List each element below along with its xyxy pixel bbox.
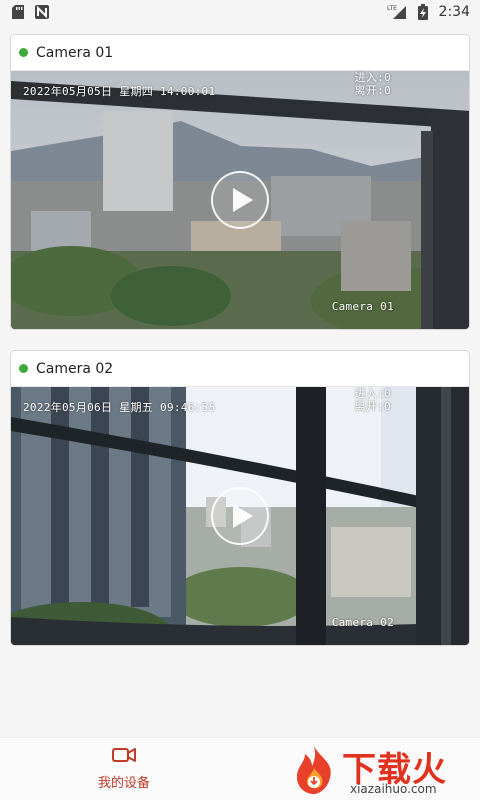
video-timestamp: 2022年05月06日 星期五 09:46:55	[23, 401, 216, 414]
watermark-url: xiazaihuo.com	[350, 782, 437, 796]
camera-card[interactable]: Camera 01 2022年05月05日 星期四 14:00:01 进入:0 …	[10, 34, 470, 330]
nav-item-my-devices[interactable]: 我的设备	[74, 746, 174, 791]
camera-card-header[interactable]: Camera 02	[11, 351, 469, 387]
video-counts: 进入:0 离开:0	[355, 387, 391, 413]
nfc-n-icon	[34, 4, 50, 20]
enter-count: 进入:0	[354, 387, 391, 400]
camera-video-preview[interactable]: 2022年05月06日 星期五 09:46:55 进入:0 离开:0 Camer…	[11, 387, 469, 645]
status-bar: LTE 2:34	[0, 0, 480, 24]
clock: 2:34	[438, 4, 470, 20]
video-camera-label: Camera 02	[331, 616, 394, 629]
play-button[interactable]	[211, 171, 269, 229]
camera-card-header[interactable]: Camera 01	[11, 35, 469, 71]
play-icon	[233, 504, 253, 528]
camera-list: Camera 01 2022年05月05日 星期四 14:00:01 进入:0 …	[10, 34, 470, 666]
video-counts: 进入:0 离开:0	[355, 71, 391, 97]
enter-count: 进入:0	[354, 71, 391, 84]
sd-card-icon	[10, 4, 26, 20]
flame-logo-icon	[296, 746, 331, 794]
video-camera-label: Camera 01	[331, 300, 394, 313]
status-right: LTE 2:34	[387, 4, 470, 20]
video-camera-icon	[112, 746, 136, 768]
online-status-dot	[19, 364, 28, 373]
battery-charging-icon	[415, 4, 431, 20]
camera-card[interactable]: Camera 02 2022年05月06日 星期五 09:46:55 进入:0 …	[10, 350, 470, 646]
play-icon	[233, 188, 253, 212]
camera-title: Camera 02	[36, 360, 114, 377]
watermark: 下载火 xiazaihuo.com	[284, 738, 480, 800]
lte-signal-icon: LTE	[387, 4, 407, 20]
camera-title: Camera 01	[36, 44, 114, 61]
bottom-navigation: 我的设备 下载火 xiazaihuo.com	[0, 737, 480, 800]
camera-video-preview[interactable]: 2022年05月05日 星期四 14:00:01 进入:0 离开:0 Camer…	[11, 71, 469, 329]
nav-item-label: 我的设备	[97, 776, 150, 791]
leave-count: 离开:0	[354, 84, 391, 97]
svg-text:LTE: LTE	[387, 5, 397, 12]
online-status-dot	[19, 48, 28, 57]
status-left	[10, 4, 50, 20]
play-button[interactable]	[211, 487, 269, 545]
leave-count: 离开:0	[354, 400, 391, 413]
video-timestamp: 2022年05月05日 星期四 14:00:01	[23, 85, 216, 98]
